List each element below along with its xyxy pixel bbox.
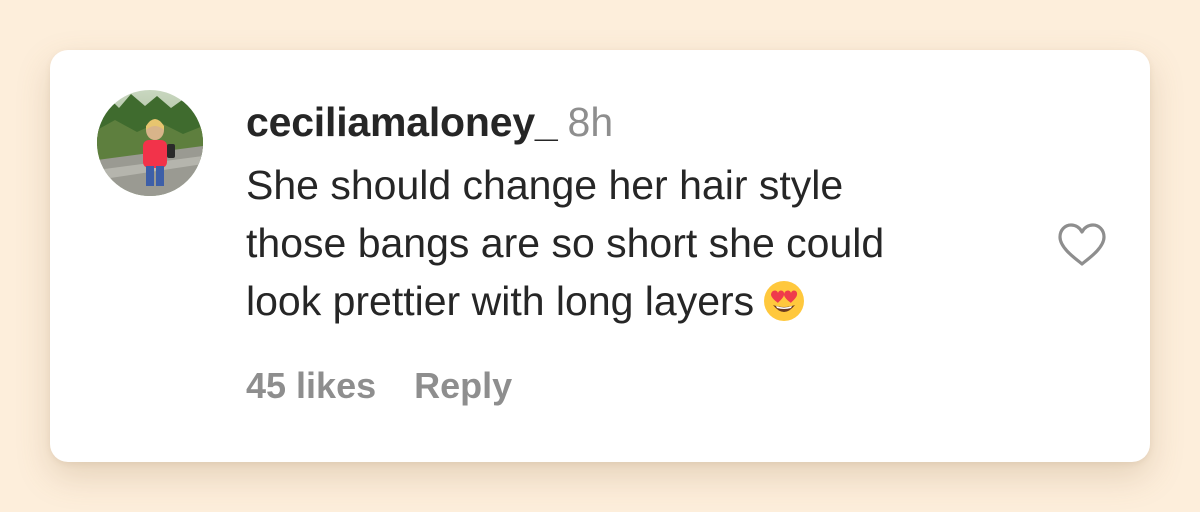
comment-text: She should change her hair style those b…: [246, 156, 1026, 338]
username-link[interactable]: ceciliamaloney_: [246, 99, 558, 145]
reply-button[interactable]: Reply: [414, 365, 512, 406]
comment-content: ceciliamaloney_ 8h She should change her …: [246, 100, 1026, 338]
like-button[interactable]: [1056, 222, 1108, 268]
comment-timestamp: 8h: [567, 99, 614, 145]
comment-line-1: She should change her hair style: [246, 162, 844, 208]
heart-outline-icon: [1058, 223, 1106, 266]
heart-eyes-emoji-icon: [762, 279, 806, 338]
comment-card: ceciliamaloney_ 8h She should change her …: [50, 50, 1150, 462]
avatar-photo: [97, 90, 203, 196]
comment-header: ceciliamaloney_ 8h: [246, 100, 1026, 144]
user-avatar[interactable]: [97, 90, 203, 196]
comment-line-3: look prettier with long layers: [246, 272, 1026, 338]
comment-actions: 45 likes Reply: [246, 366, 512, 406]
comment-line-3-text: look prettier with long layers: [246, 278, 755, 324]
comment-line-2: those bangs are so short she could: [246, 220, 885, 266]
likes-count-button[interactable]: 45 likes: [246, 365, 376, 406]
